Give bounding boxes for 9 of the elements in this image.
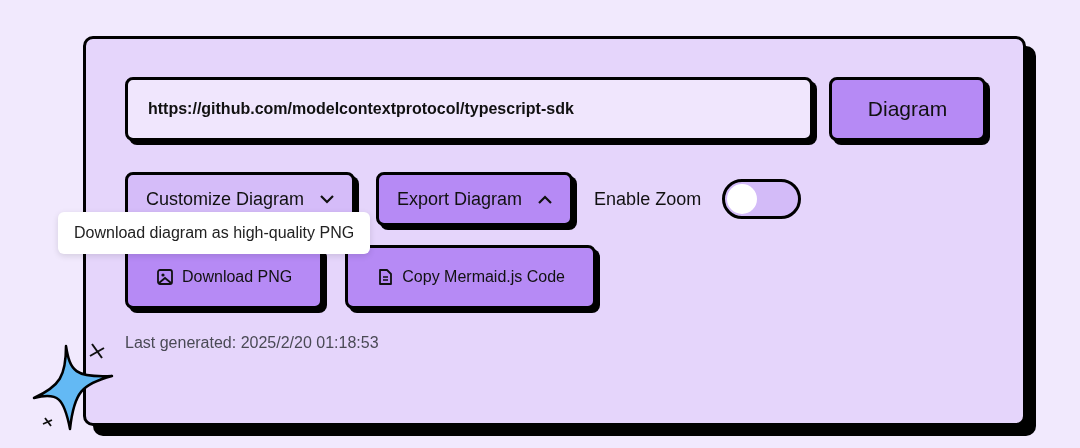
- zoom-toggle[interactable]: [722, 179, 802, 219]
- caret-up-icon: [538, 194, 553, 204]
- tooltip: Download diagram as high-quality PNG: [58, 212, 371, 254]
- url-field[interactable]: https://github.com/modelcontextprotocol/typescript-sdk: [125, 77, 813, 141]
- image-icon: [156, 268, 174, 286]
- document-icon: [376, 268, 395, 286]
- last-generated-text: Last generated: 2025/2/20 01:18:53: [125, 333, 379, 353]
- toggle-label: Enable Zoom: [594, 187, 702, 211]
- caret-down-icon: [320, 194, 335, 204]
